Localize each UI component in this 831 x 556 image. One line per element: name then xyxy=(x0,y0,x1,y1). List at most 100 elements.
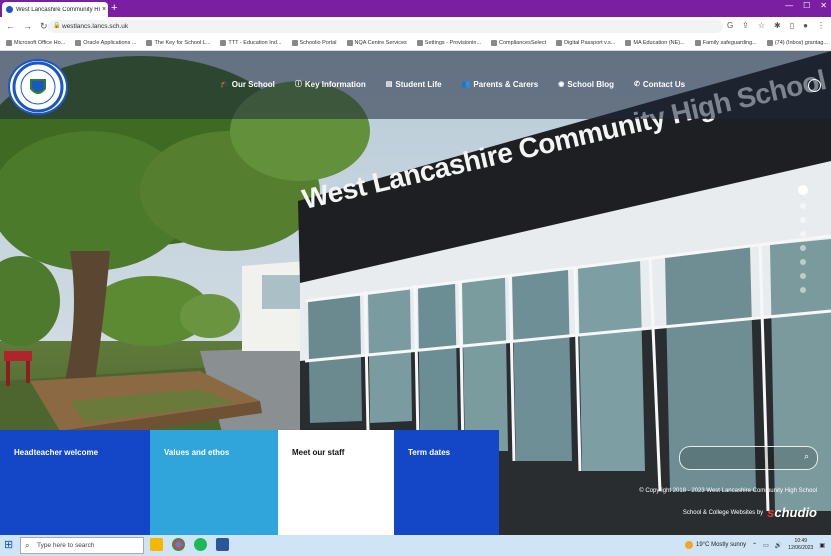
weather-widget[interactable]: 19°C Mostly sunny xyxy=(685,541,746,549)
slider-dot[interactable] xyxy=(798,185,808,195)
nav-school-blog[interactable]: ◉ School Blog xyxy=(558,79,614,89)
bookmark-star-icon[interactable]: ☆ xyxy=(758,21,765,30)
bookmark-favicon-icon xyxy=(291,40,298,46)
bookmark-label: Schoolio Portal xyxy=(299,40,337,46)
nav-student-life[interactable]: ▤ Student Life xyxy=(386,79,442,89)
bookmark-item[interactable]: Schoolio Portal xyxy=(291,40,337,46)
slider-dot[interactable] xyxy=(800,273,806,279)
bookmark-item[interactable]: Family safeguarding... xyxy=(694,40,757,46)
extensions-icon[interactable]: ✱ xyxy=(774,21,781,30)
school-logo[interactable] xyxy=(8,59,68,115)
clock[interactable]: 10:49 12/06/2023 xyxy=(788,538,813,552)
taskbar-apps xyxy=(150,538,229,551)
minimize-icon[interactable]: — xyxy=(785,1,793,10)
bookmark-label: Family safeguarding... xyxy=(702,40,757,46)
new-tab-button[interactable]: + xyxy=(111,2,117,15)
slider-dot[interactable] xyxy=(800,203,806,209)
search-icon: ⌕ xyxy=(25,541,30,550)
book-icon: ▤ xyxy=(385,81,393,88)
nav-contact-us[interactable]: ✆ Contact Us xyxy=(634,79,685,89)
sidebar-icon[interactable]: ▯ xyxy=(790,21,794,30)
spotify-icon[interactable] xyxy=(194,538,207,551)
search-icon[interactable]: ⌕ xyxy=(804,451,809,462)
clock-time: 10:49 xyxy=(794,538,808,544)
bookmark-item[interactable]: Oracle Applications ... xyxy=(75,40,136,46)
nav-label: Parents & Carers xyxy=(473,79,539,89)
file-explorer-icon[interactable] xyxy=(150,538,163,551)
tile-term-dates[interactable]: Term dates xyxy=(394,430,499,535)
taskbar: ⊞ ⌕ Type here to search 19°C Mostly sunn… xyxy=(0,535,831,556)
bookmark-label: MA Education (NE)... xyxy=(633,40,685,46)
clock-date: 12/06/2023 xyxy=(788,545,814,551)
bookmark-item[interactable]: TTT - Education Ind... xyxy=(220,40,282,46)
bookmarks-bar: Microsoft Office Ho... Oracle Applicatio… xyxy=(0,36,831,51)
site-search-input[interactable]: ⌕ xyxy=(679,446,818,470)
bookmark-label: The Key for School L... xyxy=(154,40,211,46)
maximize-icon[interactable]: ☐ xyxy=(803,1,810,10)
bookmark-item[interactable]: The Key for School L... xyxy=(146,40,210,46)
chrome-icon[interactable] xyxy=(172,538,185,551)
bookmark-favicon-icon xyxy=(6,40,12,46)
bookmark-item[interactable]: (74) (Inbox) grantag... xyxy=(766,40,828,46)
bookmark-favicon-icon xyxy=(556,40,563,46)
bookmark-item[interactable]: NQA Centre Services xyxy=(346,40,407,46)
nav-label: Our School xyxy=(231,79,275,89)
word-icon[interactable] xyxy=(216,538,229,551)
taskbar-search-input[interactable]: ⌕ Type here to search xyxy=(20,537,144,554)
bookmark-item[interactable]: CompliancesSelect xyxy=(491,40,546,46)
bookmark-label: Microsoft Office Ho... xyxy=(14,40,66,46)
bookmark-item[interactable]: Settings - Provisionin... xyxy=(416,40,481,46)
slider-dot[interactable] xyxy=(800,259,806,265)
weather-text: 19°C Mostly sunny xyxy=(696,542,747,548)
bookmark-label: CompliancesSelect xyxy=(499,40,547,46)
accessibility-icon[interactable] xyxy=(808,79,821,92)
lock-icon: 🔒 xyxy=(53,23,61,29)
url-field[interactable]: 🔒 westlancs.lancs.sch.uk xyxy=(48,20,723,33)
system-tray: 19°C Mostly sunny ⌃ ▭ 🔊 10:49 12/06/2023… xyxy=(685,538,825,552)
tile-meet-our-staff[interactable]: Meet our staff xyxy=(278,430,394,535)
tile-label: Term dates xyxy=(408,448,451,457)
close-window-icon[interactable]: ✕ xyxy=(820,1,827,10)
url-text: westlancs.lancs.sch.uk xyxy=(62,23,129,30)
menu-icon[interactable]: ⋮ xyxy=(817,21,825,30)
bookmark-favicon-icon xyxy=(694,40,701,46)
bookmark-item[interactable]: MA Education (NE)... xyxy=(625,40,685,46)
notifications-icon[interactable]: ▣ xyxy=(819,542,825,549)
slider-dot[interactable] xyxy=(800,217,806,223)
nav-our-school[interactable]: 🎓 Our School xyxy=(220,79,275,89)
bookmark-favicon-icon xyxy=(625,40,632,46)
slider-dot[interactable] xyxy=(800,231,806,237)
volume-icon[interactable]: 🔊 xyxy=(775,542,782,549)
back-icon[interactable]: ← xyxy=(6,21,15,32)
tile-label: Headteacher welcome xyxy=(14,448,99,457)
windows-start-icon[interactable]: ⊞ xyxy=(4,539,16,551)
browser-tab[interactable]: West Lancashire Community Hig × xyxy=(2,2,108,17)
bookmark-favicon-icon xyxy=(220,40,227,46)
window-controls: — ☐ ✕ xyxy=(785,1,827,10)
schudio-logo[interactable]: schudio xyxy=(767,505,817,520)
site-favicon-icon xyxy=(6,6,13,13)
credit-line: School & College Websites by schudio xyxy=(560,505,817,520)
forward-icon[interactable]: → xyxy=(23,21,32,32)
tray-chevron-icon[interactable]: ⌃ xyxy=(752,542,757,549)
network-icon[interactable]: ▭ xyxy=(763,542,769,549)
bookmark-item[interactable]: Digital Passport v.s... xyxy=(556,40,615,46)
nav-label: Key Information xyxy=(304,79,366,89)
nav-label: School Blog xyxy=(567,79,615,89)
close-tab-icon[interactable]: × xyxy=(100,6,108,13)
profile-icon[interactable]: ● xyxy=(803,21,808,30)
slider-dot[interactable] xyxy=(800,287,806,293)
nav-key-information[interactable]: ⓘ Key Information xyxy=(295,79,366,89)
share-icon[interactable]: ⇪ xyxy=(742,21,749,30)
bookmark-item[interactable]: Microsoft Office Ho... xyxy=(6,40,65,46)
graduation-cap-icon: 🎓 xyxy=(220,81,229,88)
nav-parents-carers[interactable]: 👥 Parents & Carers xyxy=(462,79,539,89)
sun-icon xyxy=(685,541,694,549)
tile-headteacher-welcome[interactable]: Headteacher welcome xyxy=(0,430,150,535)
reload-icon[interactable]: ↻ xyxy=(40,21,48,32)
school-crest-icon xyxy=(12,61,64,113)
slider-dot[interactable] xyxy=(800,245,806,251)
bookmark-label: Oracle Applications ... xyxy=(83,40,137,46)
google-icon[interactable]: G xyxy=(727,21,733,30)
tile-values-and-ethos[interactable]: Values and ethos xyxy=(150,430,278,535)
